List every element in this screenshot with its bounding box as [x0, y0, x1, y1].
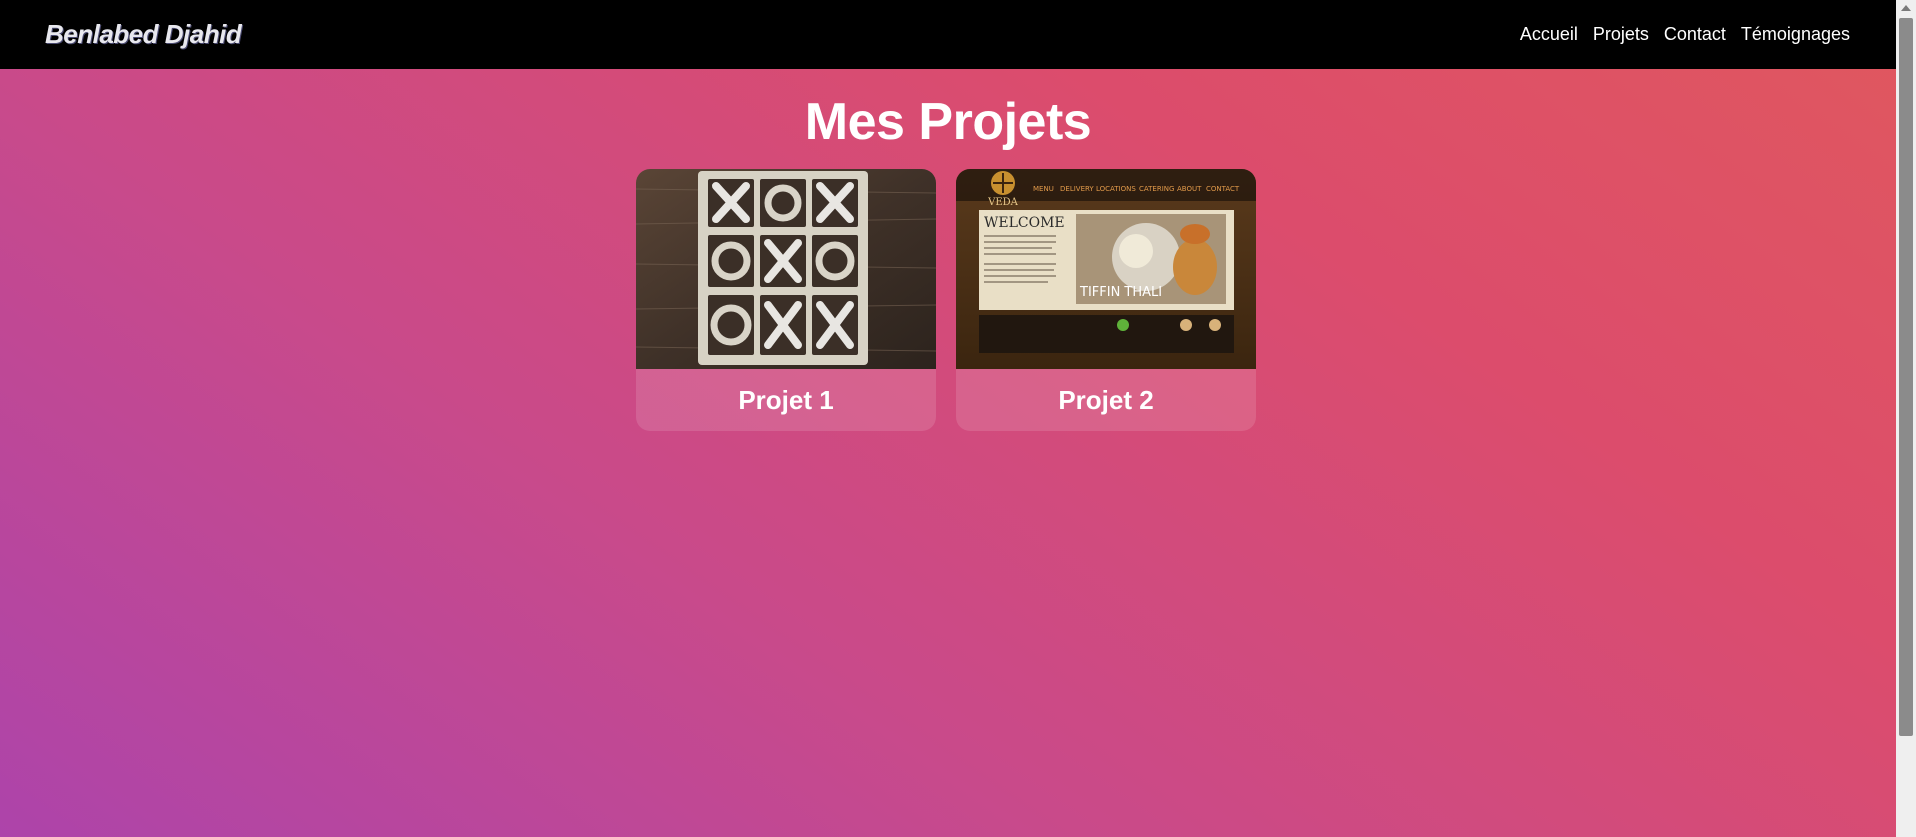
svg-text:ABOUT: ABOUT	[1177, 185, 1202, 193]
nav-link-temoignages[interactable]: Témoignages	[1741, 24, 1850, 45]
project-2-title: Projet 2	[1058, 384, 1154, 415]
brand-logo[interactable]: Benlabed Djahid	[45, 19, 242, 50]
svg-text:CONTACT: CONTACT	[1206, 185, 1240, 193]
svg-text:VEDA: VEDA	[987, 197, 1019, 208]
navbar: Benlabed Djahid Accueil Projets Contact …	[0, 0, 1896, 69]
nav-links: Accueil Projets Contact Témoignages	[1520, 24, 1850, 45]
project-card-1[interactable]: Projet 1	[636, 169, 936, 431]
project-1-thumbnail	[636, 169, 936, 369]
svg-text:LOCATIONS: LOCATIONS	[1096, 185, 1136, 193]
project-1-title: Projet 1	[738, 384, 834, 415]
project-2-thumbnail: VEDA MENU DELIVERY LOCATIONS CATERING AB…	[956, 169, 1256, 369]
svg-text:CATERING: CATERING	[1139, 185, 1174, 193]
scroll-up-arrow-icon[interactable]	[1901, 5, 1911, 11]
svg-text:MENU: MENU	[1033, 185, 1054, 193]
nav-link-accueil[interactable]: Accueil	[1520, 24, 1578, 45]
nav-link-projets[interactable]: Projets	[1593, 24, 1649, 45]
scrollbar-thumb[interactable]	[1899, 18, 1913, 736]
project-cards: Projet 1 VEDA MENU DELIVERY LOCATIONS CA…	[636, 169, 1256, 431]
svg-text:DELIVERY: DELIVERY	[1060, 185, 1094, 193]
page-title: Mes Projets	[804, 93, 1092, 151]
nav-link-contact[interactable]: Contact	[1664, 24, 1726, 45]
project-card-2[interactable]: VEDA MENU DELIVERY LOCATIONS CATERING AB…	[956, 169, 1256, 431]
svg-text:TIFFIN THALI: TIFFIN THALI	[1079, 285, 1162, 300]
vertical-scrollbar[interactable]	[1896, 0, 1916, 837]
svg-text:WELCOME: WELCOME	[984, 215, 1065, 231]
